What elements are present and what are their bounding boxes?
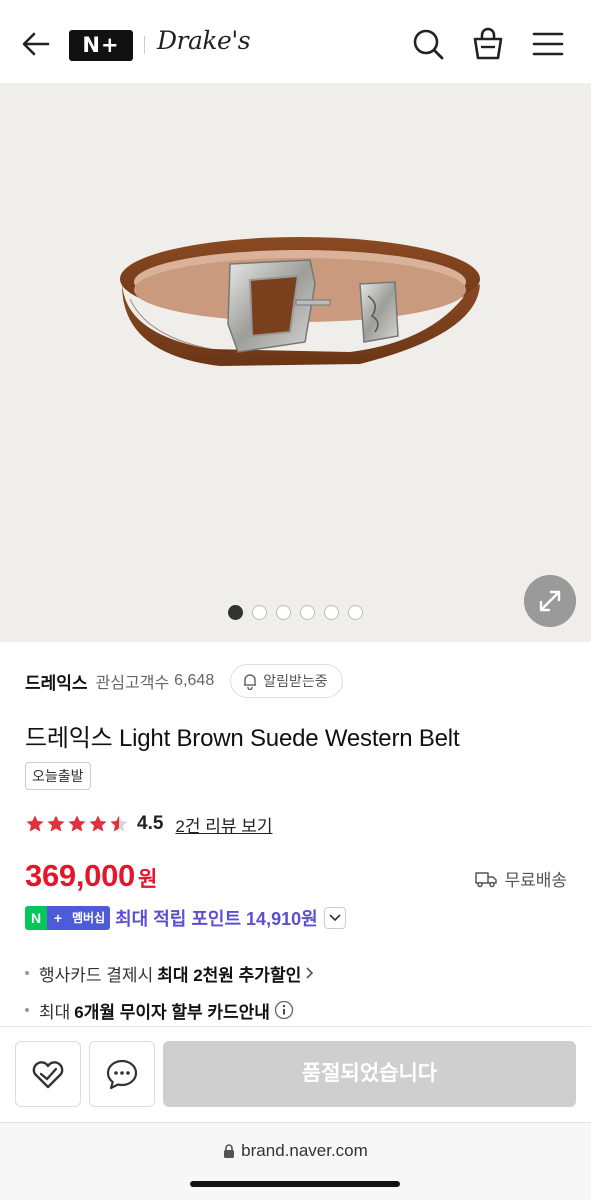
- installment-prefix: 최대: [39, 1002, 71, 1022]
- wishlist-button[interactable]: [15, 1041, 81, 1107]
- rating-score: 4.5: [137, 813, 164, 834]
- star-icon: [110, 815, 128, 832]
- browser-address-bar: brand.naver.com: [0, 1122, 591, 1200]
- chat-bubble-icon: [106, 1059, 138, 1090]
- bullet: [25, 971, 29, 975]
- membership-badge: N + 멤버십: [25, 906, 111, 930]
- bullet: [25, 1008, 29, 1012]
- max-points-text: 최대 적립 포인트 14,910원: [115, 909, 318, 929]
- gallery-dot[interactable]: [276, 605, 291, 620]
- gallery-dot[interactable]: [324, 605, 339, 620]
- brand-logo[interactable]: Drake's: [157, 26, 251, 55]
- gallery-dot[interactable]: [252, 605, 267, 620]
- star-icon: [26, 815, 44, 832]
- chevron-right-icon: [306, 967, 314, 979]
- heart-check-icon: [32, 1061, 64, 1089]
- price-row: 369,000 원: [25, 858, 157, 894]
- bell-icon: [243, 674, 257, 690]
- talk-chat-button[interactable]: [89, 1041, 155, 1107]
- home-indicator[interactable]: [190, 1181, 400, 1187]
- url-field[interactable]: brand.naver.com: [0, 1141, 591, 1161]
- same-day-shipping-tag: 오늘출발: [25, 762, 91, 790]
- brand-name[interactable]: 드레익스: [25, 669, 88, 694]
- gallery-pagination: [228, 605, 363, 620]
- info-icon[interactable]: [274, 1000, 294, 1020]
- membership-badge-plus: +: [47, 906, 69, 930]
- price-currency: 원: [137, 868, 158, 891]
- product-title: 드레익스 Light Brown Suede Western Belt: [25, 725, 460, 752]
- membership-badge-n: N: [25, 906, 47, 930]
- card-discount-prefix: 행사카드 결제시: [39, 965, 154, 985]
- follower-label: 관심고객수: [95, 675, 170, 692]
- star-icon: [47, 815, 65, 832]
- url-text: brand.naver.com: [241, 1141, 368, 1160]
- star-icon: [89, 815, 107, 832]
- belt-product-image: [120, 237, 480, 366]
- shopping-bag-icon[interactable]: [468, 24, 508, 64]
- shipping-label: 무료배송: [504, 871, 567, 890]
- installment-benefit[interactable]: 최대 6개월 무이자 할부 카드안내: [25, 996, 294, 1024]
- notify-button[interactable]: 알림받는중: [230, 664, 343, 698]
- shipping-info: 무료배송: [474, 866, 567, 891]
- naver-plus-store-badge[interactable]: N+: [69, 30, 133, 61]
- membership-row[interactable]: N + 멤버십 최대 적립 포인트 14,910원: [25, 904, 346, 932]
- rating-stars: [25, 814, 129, 834]
- membership-badge-text: 멤버십: [69, 906, 111, 930]
- hamburger-menu-icon[interactable]: [528, 24, 568, 64]
- card-discount-bold: 최대 2천원 추가할인: [157, 965, 302, 985]
- search-icon[interactable]: [408, 24, 448, 64]
- back-arrow-icon[interactable]: [18, 26, 54, 62]
- header-divider: [144, 36, 145, 54]
- card-discount-benefit[interactable]: 행사카드 결제시 최대 2천원 추가할인: [25, 959, 315, 987]
- brand-info-row: 드레익스 관심고객수 6,648 알림받는중: [25, 663, 343, 699]
- gallery-dot[interactable]: [300, 605, 315, 620]
- lock-icon: [224, 1143, 235, 1158]
- soldout-button[interactable]: 품절되었습니다: [163, 1041, 576, 1107]
- notify-label: 알림받는중: [263, 673, 328, 689]
- bottom-action-bar: 품절되었습니다: [0, 1026, 591, 1122]
- expand-icon[interactable]: [524, 575, 576, 627]
- review-link[interactable]: 2건 리뷰 보기: [175, 812, 272, 837]
- truck-icon: [475, 871, 498, 887]
- top-header: N+ Drake's: [0, 0, 591, 84]
- follower-count: 6,648: [174, 672, 215, 689]
- chevron-down-icon[interactable]: [323, 907, 346, 929]
- product-image-gallery[interactable]: [0, 84, 591, 642]
- gallery-dot[interactable]: [228, 605, 243, 620]
- rating-row: 4.5 2건 리뷰 보기: [25, 810, 273, 838]
- star-icon: [68, 815, 86, 832]
- price-value: 369,000: [25, 858, 135, 893]
- installment-bold: 6개월 무이자 할부 카드안내: [74, 1002, 270, 1022]
- gallery-dot[interactable]: [348, 605, 363, 620]
